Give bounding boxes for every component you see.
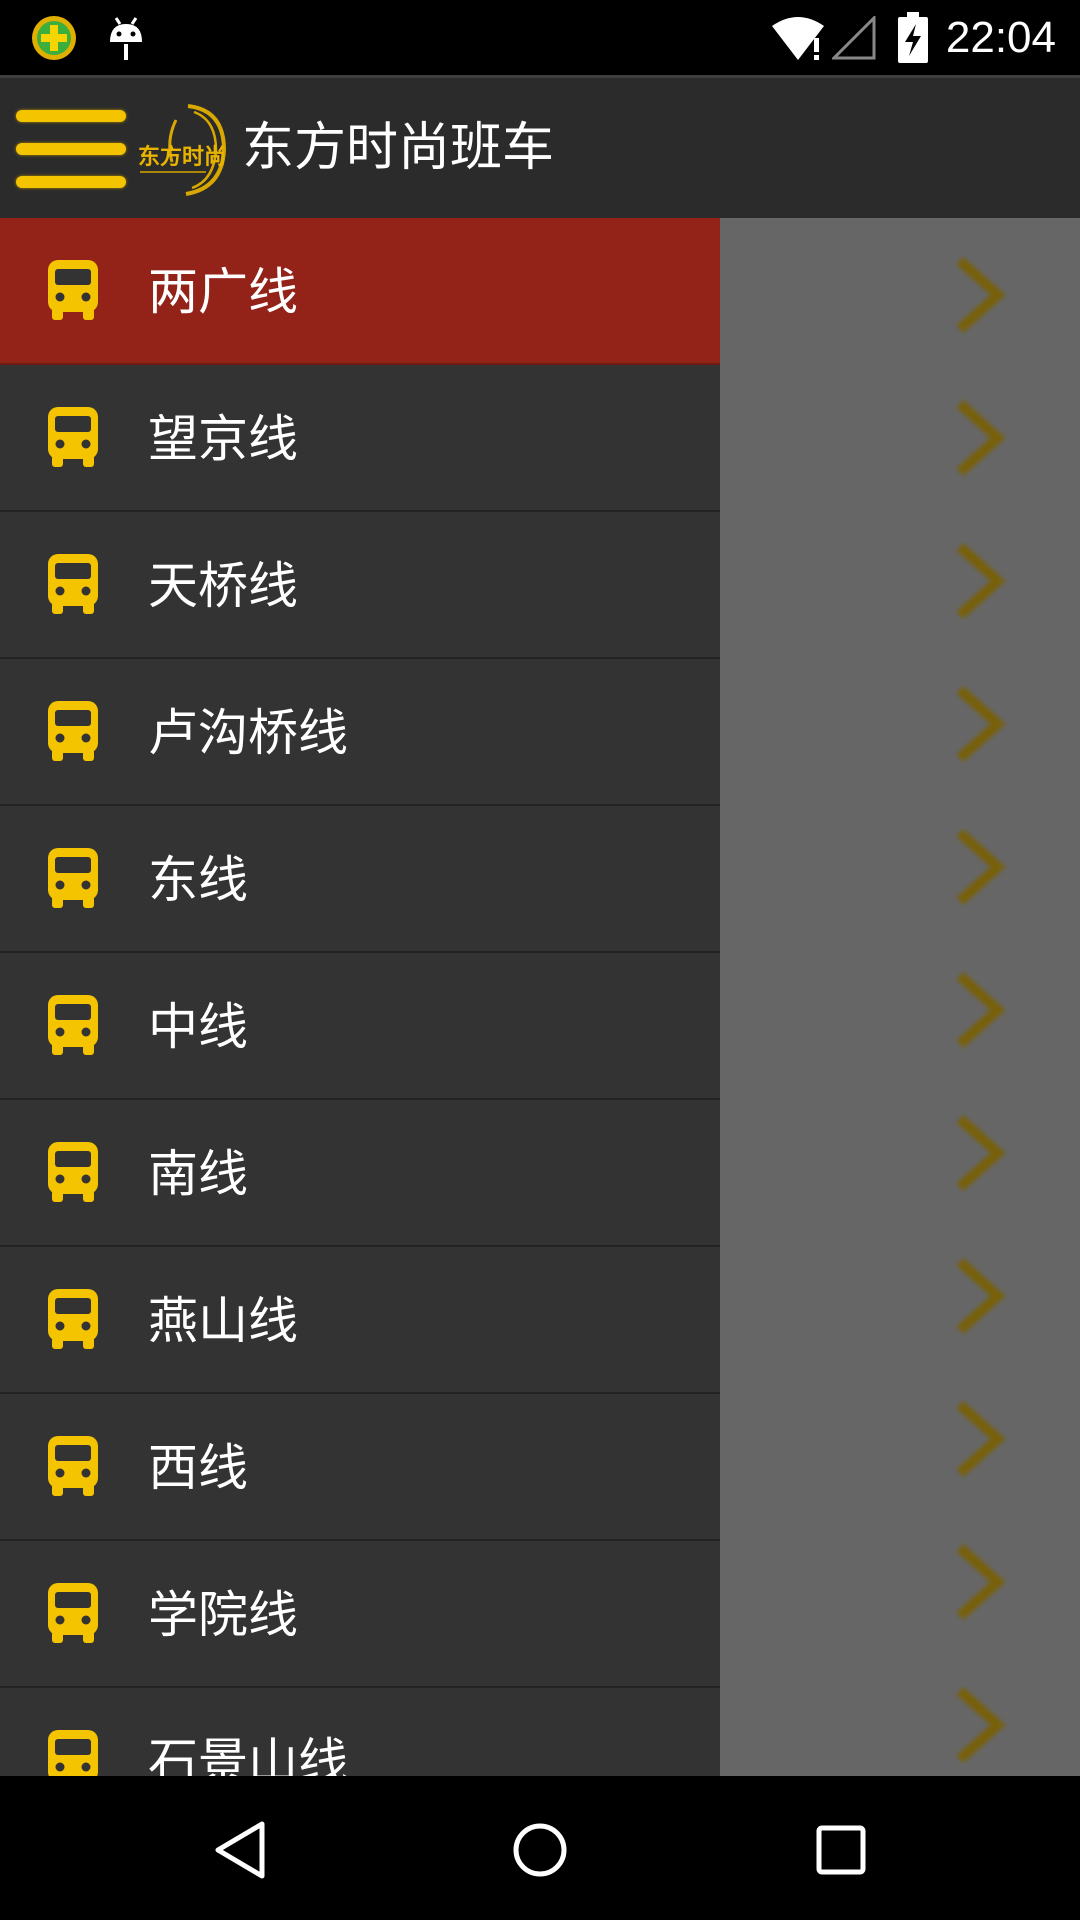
bus-icon — [46, 258, 100, 322]
app-notification-icon — [32, 16, 76, 60]
bus-icon — [46, 405, 100, 469]
drawer-item-label: 燕山线 — [148, 1292, 298, 1350]
chevron-right-icon — [956, 1115, 1006, 1191]
bus-icon — [46, 552, 100, 616]
chevron-right-icon — [956, 543, 1006, 619]
navigation-drawer: 两广线望京线天桥线卢沟桥线东线中线南线燕山线西线学院线石景山线 — [0, 218, 720, 1776]
app-logo: 东方时尚 — [138, 104, 226, 196]
battery-charging-icon — [898, 12, 928, 63]
drawer-item[interactable]: 两广线 — [0, 218, 720, 365]
action-bar: 东方时尚 东方时尚班车 — [0, 75, 1080, 218]
bus-icon — [46, 699, 100, 763]
drawer-item-label: 天桥线 — [148, 557, 298, 615]
drawer-item[interactable]: 东线 — [0, 806, 720, 953]
drawer-item-label: 石景山线 — [148, 1733, 348, 1776]
drawer-item[interactable]: 学院线 — [0, 1541, 720, 1688]
status-time: 22:04 — [945, 13, 1056, 62]
chevron-right-icon — [956, 1544, 1006, 1620]
chevron-right-icon — [956, 972, 1006, 1048]
svg-text:东方时尚: 东方时尚 — [138, 144, 226, 170]
drawer-item-label: 东线 — [148, 851, 248, 909]
drawer-item-label: 卢沟桥线 — [148, 704, 348, 762]
bus-icon — [46, 1287, 100, 1351]
wifi-icon — [772, 17, 824, 60]
drawer-item[interactable]: 天桥线 — [0, 512, 720, 659]
drawer-item[interactable]: 石景山线 — [0, 1688, 720, 1776]
chevron-right-icon — [956, 829, 1006, 905]
drawer-item-label: 西线 — [148, 1439, 248, 1497]
drawer-item[interactable]: 中线 — [0, 953, 720, 1100]
bus-icon — [46, 846, 100, 910]
recents-icon[interactable] — [815, 1818, 867, 1882]
chevron-right-icon — [956, 400, 1006, 476]
home-icon[interactable] — [512, 1818, 568, 1882]
drawer-item[interactable]: 燕山线 — [0, 1247, 720, 1394]
chevron-right-icon — [956, 257, 1006, 333]
cell-signal-icon — [832, 16, 876, 60]
drawer-item-label: 中线 — [148, 998, 248, 1056]
bus-icon — [46, 993, 100, 1057]
android-debug-icon — [110, 17, 142, 60]
chevron-right-icon — [956, 1258, 1006, 1334]
drawer-item-label: 望京线 — [148, 410, 298, 468]
back-icon[interactable] — [210, 1818, 270, 1882]
drawer-item-label: 两广线 — [148, 263, 298, 321]
chevron-right-icon — [956, 1687, 1006, 1763]
drawer-item[interactable]: 望京线 — [0, 365, 720, 512]
drawer-item-label: 南线 — [148, 1145, 248, 1203]
bus-icon — [46, 1728, 100, 1776]
chevron-right-icon — [956, 686, 1006, 762]
drawer-item[interactable]: 南线 — [0, 1100, 720, 1247]
hamburger-menu-icon[interactable] — [16, 110, 128, 190]
app-title: 东方时尚班车 — [242, 118, 555, 178]
drawer-item[interactable]: 卢沟桥线 — [0, 659, 720, 806]
drawer-item[interactable]: 西线 — [0, 1394, 720, 1541]
main-content: 两广线望京线天桥线卢沟桥线东线中线南线燕山线西线学院线石景山线 — [0, 218, 1080, 1776]
status-bar: 22:04 — [0, 0, 1080, 75]
navigation-bar — [0, 1776, 1080, 1920]
bus-icon — [46, 1434, 100, 1498]
bus-icon — [46, 1581, 100, 1645]
bus-icon — [46, 1140, 100, 1204]
drawer-item-label: 学院线 — [148, 1586, 298, 1644]
chevron-right-icon — [956, 1401, 1006, 1477]
